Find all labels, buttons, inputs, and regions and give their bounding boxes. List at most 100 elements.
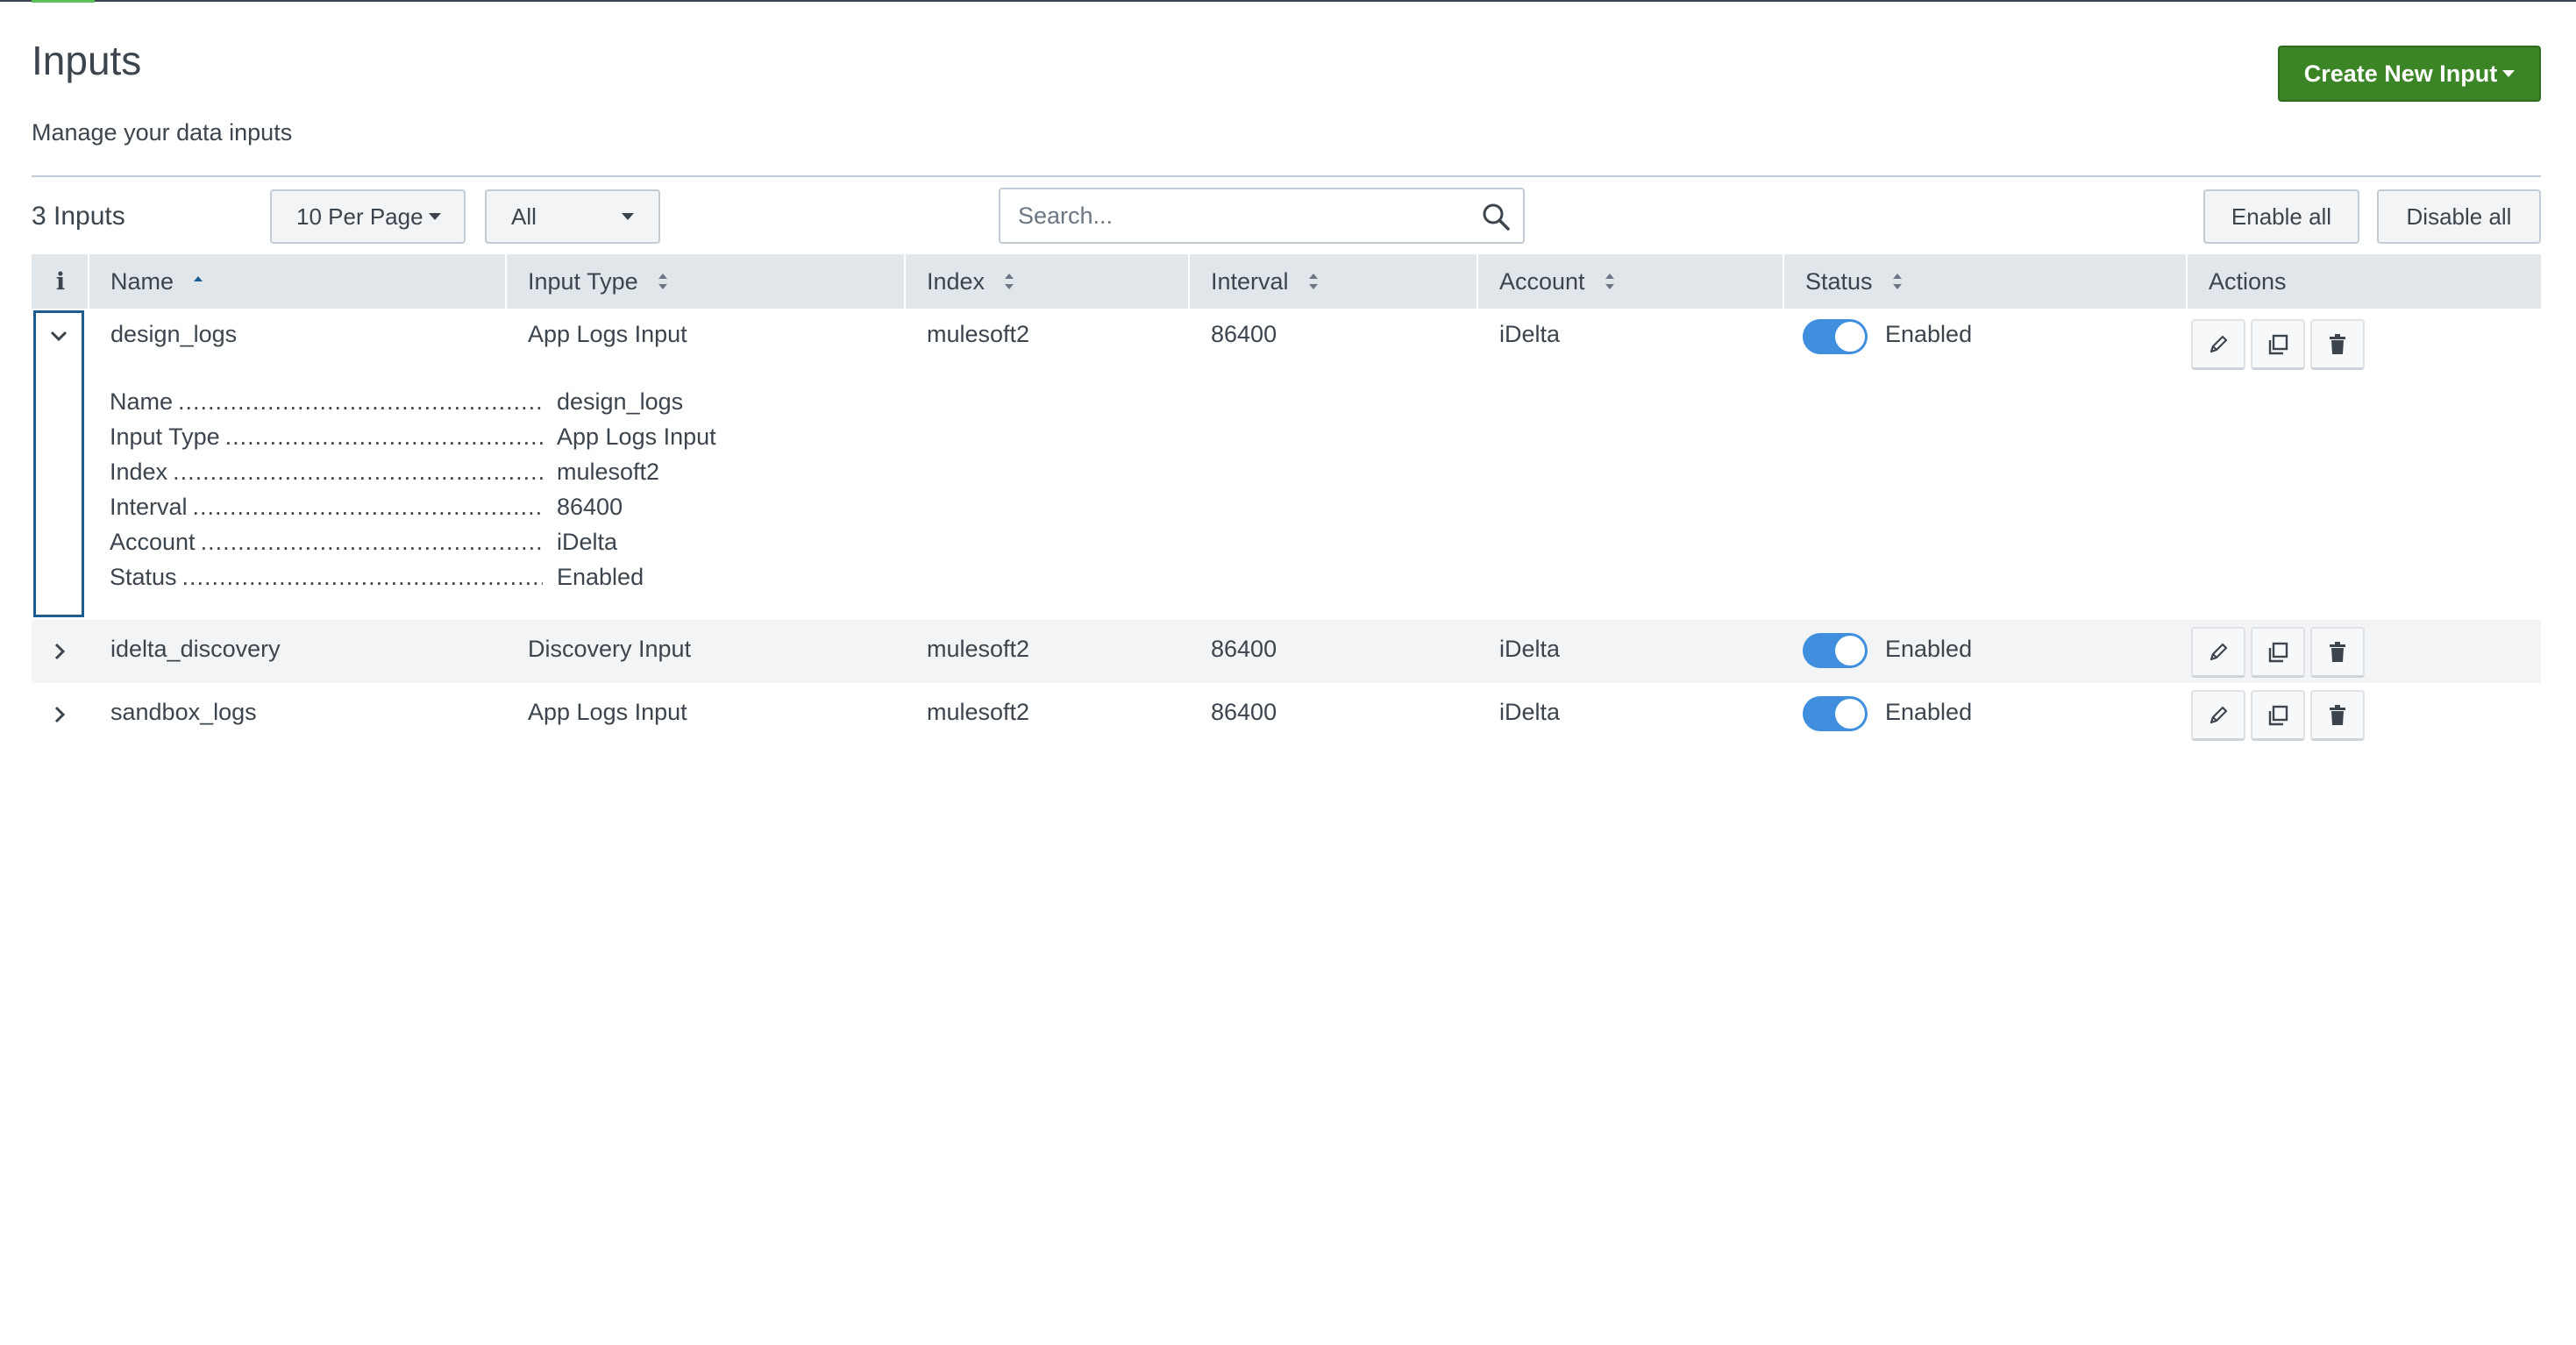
- row-name: sandbox_logs: [110, 699, 257, 725]
- column-header-status-label: Status: [1805, 267, 1873, 295]
- row-index: mulesoft2: [927, 699, 1030, 725]
- sort-icon: [1308, 274, 1318, 289]
- toggle-knob: [1835, 636, 1865, 665]
- page-title: Inputs: [32, 38, 142, 83]
- caret-down-icon: [622, 213, 634, 220]
- row-name: design_logs: [110, 321, 238, 347]
- status-toggle[interactable]: [1803, 696, 1868, 731]
- caret-down-icon: [2502, 70, 2516, 77]
- chevron-down-icon: [50, 331, 68, 342]
- info-icon: i: [55, 267, 66, 295]
- column-header-name[interactable]: Name: [89, 254, 507, 309]
- detail-value: App Logs Input: [557, 423, 716, 450]
- delete-icon: [2330, 704, 2345, 725]
- table-row: idelta_discovery Discovery Input mulesof…: [32, 620, 2541, 683]
- row-status: Enabled: [1885, 321, 1973, 347]
- column-header-interval[interactable]: Interval: [1190, 254, 1478, 309]
- row-interval: 86400: [1211, 321, 1277, 347]
- search-box: [999, 188, 1525, 244]
- clone-icon: [2268, 642, 2288, 662]
- column-header-account-label: Account: [1499, 267, 1585, 295]
- sort-icon: [1605, 274, 1614, 289]
- clone-button[interactable]: [2251, 690, 2305, 741]
- top-bar: [0, 0, 2576, 3]
- header-divider: [32, 175, 2541, 177]
- detail-value: iDelta: [557, 529, 618, 555]
- delete-button[interactable]: [2310, 319, 2365, 370]
- edit-icon: [2210, 643, 2228, 660]
- row-index: mulesoft2: [927, 321, 1030, 347]
- edit-button[interactable]: [2191, 690, 2245, 741]
- row-status: Enabled: [1885, 699, 1973, 725]
- toggle-knob: [1835, 699, 1865, 729]
- row-account: iDelta: [1499, 321, 1561, 347]
- row-account: iDelta: [1499, 636, 1561, 662]
- detail-value: mulesoft2: [557, 459, 660, 485]
- row-input-type: Discovery Input: [528, 636, 692, 662]
- column-header-account[interactable]: Account: [1478, 254, 1784, 309]
- clone-icon: [2268, 334, 2288, 354]
- search-input[interactable]: [1000, 201, 1476, 231]
- caret-down-icon: [428, 213, 441, 220]
- detail-label: Input Type: [110, 423, 220, 450]
- enable-all-button[interactable]: Enable all: [2203, 189, 2359, 244]
- column-header-index[interactable]: Index: [906, 254, 1190, 309]
- status-toggle[interactable]: [1803, 633, 1868, 668]
- row-input-type: App Logs Input: [528, 699, 687, 725]
- input-type-filter-select[interactable]: All: [485, 189, 660, 244]
- detail-label: Status: [110, 564, 177, 590]
- detail-label: Index: [110, 459, 168, 485]
- row-status: Enabled: [1885, 636, 1973, 662]
- column-header-actions-label: Actions: [2209, 267, 2287, 295]
- column-header-input-type[interactable]: Input Type: [507, 254, 906, 309]
- detail-value: 86400: [557, 494, 623, 520]
- delete-button[interactable]: [2310, 627, 2365, 678]
- sort-icon: [658, 274, 667, 289]
- sort-icon: [1892, 274, 1902, 289]
- chevron-right-icon[interactable]: [47, 702, 72, 727]
- sort-ascending-icon: [194, 276, 203, 281]
- detail-value: design_logs: [557, 388, 684, 415]
- delete-button[interactable]: [2310, 690, 2365, 741]
- edit-button[interactable]: [2191, 627, 2245, 678]
- column-header-status[interactable]: Status: [1784, 254, 2188, 309]
- input-type-filter-label: All: [511, 203, 537, 230]
- create-new-input-button[interactable]: Create New Input: [2278, 46, 2541, 102]
- sort-icon: [1005, 274, 1014, 289]
- column-header-name-label: Name: [110, 267, 174, 295]
- per-page-select[interactable]: 10 Per Page: [270, 189, 466, 244]
- edit-icon: [2210, 706, 2228, 723]
- delete-icon: [2330, 641, 2345, 662]
- status-toggle[interactable]: [1803, 319, 1868, 354]
- chevron-right-icon[interactable]: [47, 639, 72, 664]
- row-interval: 86400: [1211, 699, 1277, 725]
- edit-button[interactable]: [2191, 319, 2245, 370]
- page-subtitle: Manage your data inputs: [32, 119, 293, 146]
- info-column-header: i: [32, 254, 89, 309]
- column-header-interval-label: Interval: [1211, 267, 1289, 295]
- row-name: idelta_discovery: [110, 636, 281, 662]
- detail-label: Name: [110, 388, 174, 415]
- row-interval: 86400: [1211, 636, 1277, 662]
- table-row: sandbox_logs App Logs Input mulesoft2 86…: [32, 683, 2541, 746]
- disable-all-button[interactable]: Disable all: [2377, 189, 2541, 244]
- clone-button[interactable]: [2251, 627, 2305, 678]
- detail-label: Interval: [110, 494, 188, 520]
- clone-icon: [2268, 705, 2288, 725]
- detail-label: Account: [110, 529, 196, 555]
- edit-icon: [2210, 335, 2228, 352]
- column-header-actions: Actions: [2188, 254, 2541, 309]
- detail-value: Enabled: [557, 564, 644, 590]
- column-header-index-label: Index: [927, 267, 986, 295]
- row-expand-toggle-expanded[interactable]: [33, 310, 84, 617]
- toggle-knob: [1835, 322, 1865, 352]
- row-account: iDelta: [1499, 699, 1561, 725]
- per-page-label: 10 Per Page: [296, 203, 423, 230]
- create-new-input-label: Create New Input: [2303, 60, 2498, 87]
- search-icon[interactable]: [1481, 202, 1511, 231]
- delete-icon: [2330, 333, 2345, 354]
- clone-button[interactable]: [2251, 319, 2305, 370]
- top-bar-accent: [32, 0, 95, 3]
- input-count: 3 Inputs: [32, 202, 125, 231]
- row-index: mulesoft2: [927, 636, 1030, 662]
